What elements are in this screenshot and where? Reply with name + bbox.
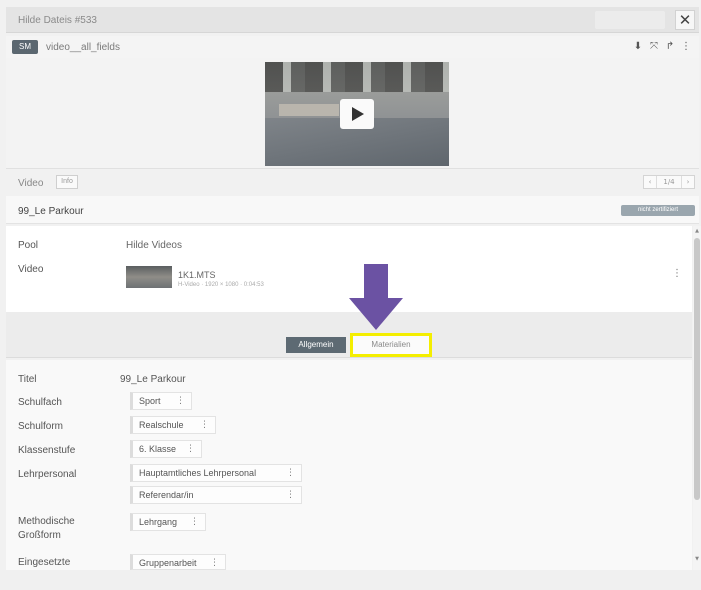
pager-value: 1/4: [656, 176, 682, 188]
annotation-arrow-icon: [349, 264, 403, 330]
gym-ceiling-lights: [265, 62, 449, 92]
scrollbar[interactable]: ▲ ▼: [693, 226, 701, 570]
pager-prev-button[interactable]: ‹: [644, 176, 656, 188]
klassenstufe-value: 6. Klasse: [139, 444, 177, 454]
methodische-tag[interactable]: Lehrgang ⋮: [130, 513, 206, 531]
close-button[interactable]: ✕: [675, 10, 695, 30]
pager: ‹ 1/4 ›: [643, 175, 695, 189]
metadata-form: Titel 99_Le Parkour Schulfach Sport ⋮ Sch…: [6, 360, 692, 570]
dialog-titlebar: Hilde Dateis #533 ✕: [6, 7, 699, 33]
eingesetzte-value: Gruppenarbeit: [139, 558, 197, 568]
video-property-label: Video: [18, 264, 44, 275]
schulfach-value: Sport: [139, 396, 161, 406]
status-badge: nicht zertifiziert: [621, 205, 695, 216]
methodische-value: Lehrgang: [139, 517, 178, 527]
more-icon[interactable]: ⋮: [679, 40, 693, 54]
tab-bar: Allgemein Materialien: [6, 332, 692, 358]
download-icon[interactable]: ⬇: [631, 40, 645, 54]
record-name: 99_Le Parkour: [18, 206, 84, 217]
play-icon[interactable]: [340, 99, 374, 129]
video-file-meta: H-Video · 1920 × 1080 · 0:04:53: [178, 282, 264, 288]
tag-menu-icon[interactable]: ⋮: [176, 393, 185, 409]
close-icon: ✕: [678, 11, 692, 29]
share-icon[interactable]: ↱: [663, 40, 677, 54]
schulfach-tag[interactable]: Sport ⋮: [130, 392, 192, 410]
tag-menu-icon[interactable]: ⋮: [286, 465, 295, 481]
schulform-tag[interactable]: Realschule ⋮: [130, 416, 216, 434]
gym-bench: [279, 104, 339, 116]
video-file-thumbnail[interactable]: [126, 266, 172, 288]
record-name-row: 99_Le Parkour nicht zertifiziert: [6, 196, 699, 224]
field-type-badge: SM: [12, 40, 38, 54]
expand-icon[interactable]: ⤧: [647, 40, 661, 54]
video-thumbnail[interactable]: [265, 62, 449, 166]
klassenstufe-label: Klassenstufe: [18, 445, 76, 456]
tag-menu-icon[interactable]: ⋮: [286, 487, 295, 503]
methodische-label-line2: Großform: [18, 530, 61, 541]
lehrpersonal-label: Lehrpersonal: [18, 469, 77, 480]
scroll-down-icon[interactable]: ▼: [694, 556, 700, 562]
schulform-label: Schulform: [18, 421, 64, 432]
lehrpersonal-value-1: Hauptamtliches Lehrpersonal: [139, 468, 257, 478]
schulfach-label: Schulfach: [18, 397, 62, 408]
scroll-up-icon[interactable]: ▲: [694, 228, 700, 234]
field-header: SM video__all_fields ⬇ ⤧ ↱ ⋮: [6, 36, 699, 58]
tab-allgemein[interactable]: Allgemein: [286, 337, 346, 353]
lehrpersonal-tag-1[interactable]: Hauptamtliches Lehrpersonal ⋮: [130, 464, 302, 482]
tab-materialien[interactable]: Materialien: [350, 333, 432, 357]
methodische-label-line1: Methodische: [18, 516, 75, 527]
pool-value: Hilde Videos: [126, 240, 182, 251]
tag-menu-icon[interactable]: ⋮: [200, 417, 209, 433]
video-preview-area: [6, 58, 699, 168]
dialog-footer: [0, 570, 701, 590]
dialog-title: Hilde Dateis #533: [18, 15, 97, 26]
tag-menu-icon[interactable]: ⋮: [210, 555, 219, 571]
video-file-title[interactable]: 1K1.MTS: [178, 270, 216, 280]
field-toolbar: ⬇ ⤧ ↱ ⋮: [631, 40, 693, 54]
video-file-menu-icon[interactable]: ⋮: [672, 268, 682, 279]
klassenstufe-tag[interactable]: 6. Klasse ⋮: [130, 440, 202, 458]
title-value: 99_Le Parkour: [120, 374, 186, 385]
schulform-value: Realschule: [139, 420, 184, 430]
eingesetzte-tag[interactable]: Gruppenarbeit ⋮: [130, 554, 226, 570]
title-label: Titel: [18, 374, 37, 385]
lehrpersonal-tag-2[interactable]: Referendar/in ⋮: [130, 486, 302, 504]
info-button[interactable]: Info: [56, 175, 78, 189]
field-name: video__all_fields: [46, 42, 120, 53]
scrollbar-thumb[interactable]: [694, 238, 700, 500]
tag-menu-icon[interactable]: ⋮: [186, 441, 195, 457]
video-label: Video: [18, 178, 44, 189]
eingesetzte-label: Eingesetzte: [18, 557, 71, 568]
video-row: Video Info ‹ 1/4 ›: [6, 168, 699, 194]
pager-next-button[interactable]: ›: [682, 176, 694, 188]
lehrpersonal-value-2: Referendar/in: [139, 490, 194, 500]
pool-label: Pool: [18, 240, 39, 251]
tag-menu-icon[interactable]: ⋮: [190, 514, 199, 530]
tab-materialien-label: Materialien: [371, 340, 411, 349]
titlebar-ghost-element: [595, 11, 665, 29]
